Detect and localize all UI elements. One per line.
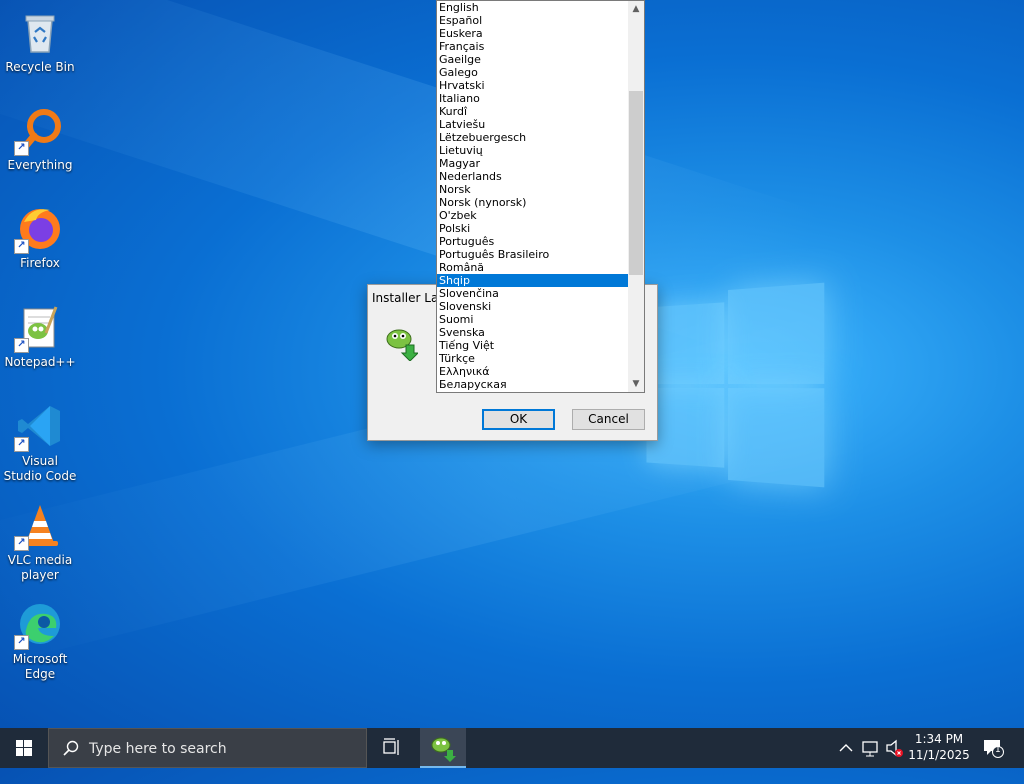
vlc-icon: ↗	[14, 501, 64, 551]
clock-time: 1:34 PM	[914, 732, 964, 746]
language-option[interactable]: English	[437, 1, 629, 14]
show-hidden-icons-chevron-up-icon[interactable]	[834, 728, 858, 768]
network-icon[interactable]	[858, 728, 882, 768]
desktop-icon-label: Everything	[7, 158, 73, 172]
language-options: English Español Euskera Français Gaeilge Gale…	[437, 1, 629, 391]
desktop-icon-notepad-plus-plus[interactable]: ↗ Notepad++	[2, 303, 78, 370]
language-option[interactable]: Português Brasileiro	[437, 248, 629, 261]
shortcut-arrow-icon: ↗	[14, 437, 29, 452]
language-option[interactable]: Svenska	[437, 326, 629, 339]
shortcut-arrow-icon: ↗	[14, 338, 29, 353]
firefox-icon: ↗	[14, 204, 64, 254]
language-option[interactable]: Ελληνικά	[437, 365, 629, 378]
shortcut-arrow-icon: ↗	[14, 635, 29, 650]
everything-icon: ↗	[14, 106, 64, 156]
language-option[interactable]: Tiếng Việt	[437, 339, 629, 352]
language-option[interactable]: Slovenski	[437, 300, 629, 313]
recycle-bin-icon	[16, 8, 64, 56]
notification-count-badge: 1	[995, 745, 1001, 755]
vscode-icon: ↗	[14, 402, 64, 452]
ok-button[interactable]: OK	[482, 409, 555, 430]
language-option[interactable]: Română	[437, 261, 629, 274]
desktop-icon-vscode[interactable]: ↗ Visual Studio Code	[2, 402, 78, 484]
language-option[interactable]: Português	[437, 235, 629, 248]
language-option[interactable]: Shqip	[437, 274, 629, 287]
taskbar-clock[interactable]: 1:34 PM 11/1/2025	[904, 731, 974, 763]
language-option[interactable]: Italiano	[437, 92, 629, 105]
language-option[interactable]: O'zbek	[437, 209, 629, 222]
desktop-icon-label: Firefox	[20, 256, 60, 270]
language-option[interactable]: Беларуская	[437, 378, 629, 391]
task-view-button[interactable]	[370, 728, 414, 768]
notepad-plus-plus-icon: ↗	[14, 303, 64, 353]
cancel-button[interactable]: Cancel	[572, 409, 645, 430]
search-icon	[63, 740, 79, 756]
taskbar-search-box[interactable]: Type here to search	[48, 728, 367, 768]
desktop-icon-label: Recycle Bin	[5, 60, 75, 74]
language-dropdown-list[interactable]: English Español Euskera Français Gaeilge Gale…	[436, 0, 645, 393]
language-option[interactable]: Slovenčina	[437, 287, 629, 300]
desktop-icon-everything[interactable]: ↗ Everything	[2, 106, 78, 173]
task-view-icon	[383, 738, 399, 755]
desktop-icon-edge[interactable]: ↗ Microsoft Edge	[2, 600, 78, 682]
desktop-icon-vlc[interactable]: ↗ VLC media player	[2, 501, 78, 583]
desktop-icon-label: Microsoft Edge	[12, 652, 68, 681]
volume-muted-icon[interactable]	[882, 728, 906, 768]
notepad-plus-plus-installer-icon	[431, 737, 456, 762]
language-option[interactable]: Latviešu	[437, 118, 629, 131]
start-button[interactable]	[0, 728, 48, 768]
desktop-icon-firefox[interactable]: ↗ Firefox	[2, 204, 78, 271]
taskbar-app-notepad-plus-plus-installer[interactable]	[420, 728, 466, 768]
language-option[interactable]: Lëtzebuergesch	[437, 131, 629, 144]
language-option[interactable]: Suomi	[437, 313, 629, 326]
language-option[interactable]: Norsk (nynorsk)	[437, 196, 629, 209]
taskbar: Type here to search 1:34 PM 11/1/2025 1	[0, 728, 1024, 768]
dropdown-scrollbar[interactable]: ▲ ▼	[628, 1, 644, 392]
language-option[interactable]: Polski	[437, 222, 629, 235]
scroll-up-icon[interactable]: ▲	[628, 1, 644, 17]
language-option[interactable]: Lietuvių	[437, 144, 629, 157]
desktop-icon-label: Notepad++	[4, 355, 76, 369]
shortcut-arrow-icon: ↗	[14, 141, 29, 156]
wallpaper-windows-logo	[646, 282, 825, 488]
clock-date: 11/1/2025	[908, 748, 970, 762]
language-option[interactable]: Euskera	[437, 27, 629, 40]
shortcut-arrow-icon: ↗	[14, 536, 29, 551]
action-center-button[interactable]: 1	[982, 738, 1004, 758]
desktop-icon-recycle-bin[interactable]: Recycle Bin	[2, 8, 78, 75]
edge-icon: ↗	[14, 600, 64, 650]
desktop-icon-label: Visual Studio Code	[3, 454, 77, 483]
language-option[interactable]: Español	[437, 14, 629, 27]
language-option[interactable]: Nederlands	[437, 170, 629, 183]
scroll-thumb[interactable]	[629, 91, 643, 275]
language-option[interactable]: Türkçe	[437, 352, 629, 365]
language-option[interactable]: Norsk	[437, 183, 629, 196]
desktop-icon-label: VLC media player	[7, 553, 73, 582]
language-option[interactable]: Hrvatski	[437, 79, 629, 92]
notepad-plus-plus-installer-icon	[384, 325, 420, 362]
shortcut-arrow-icon: ↗	[14, 239, 29, 254]
language-option[interactable]: Magyar	[437, 157, 629, 170]
language-option[interactable]: Gaeilge	[437, 53, 629, 66]
windows-start-icon	[16, 740, 32, 756]
language-option[interactable]: Kurdî	[437, 105, 629, 118]
language-option[interactable]: Français	[437, 40, 629, 53]
search-placeholder: Type here to search	[89, 741, 227, 757]
language-option[interactable]: Galego	[437, 66, 629, 79]
scroll-down-icon[interactable]: ▼	[628, 376, 644, 392]
